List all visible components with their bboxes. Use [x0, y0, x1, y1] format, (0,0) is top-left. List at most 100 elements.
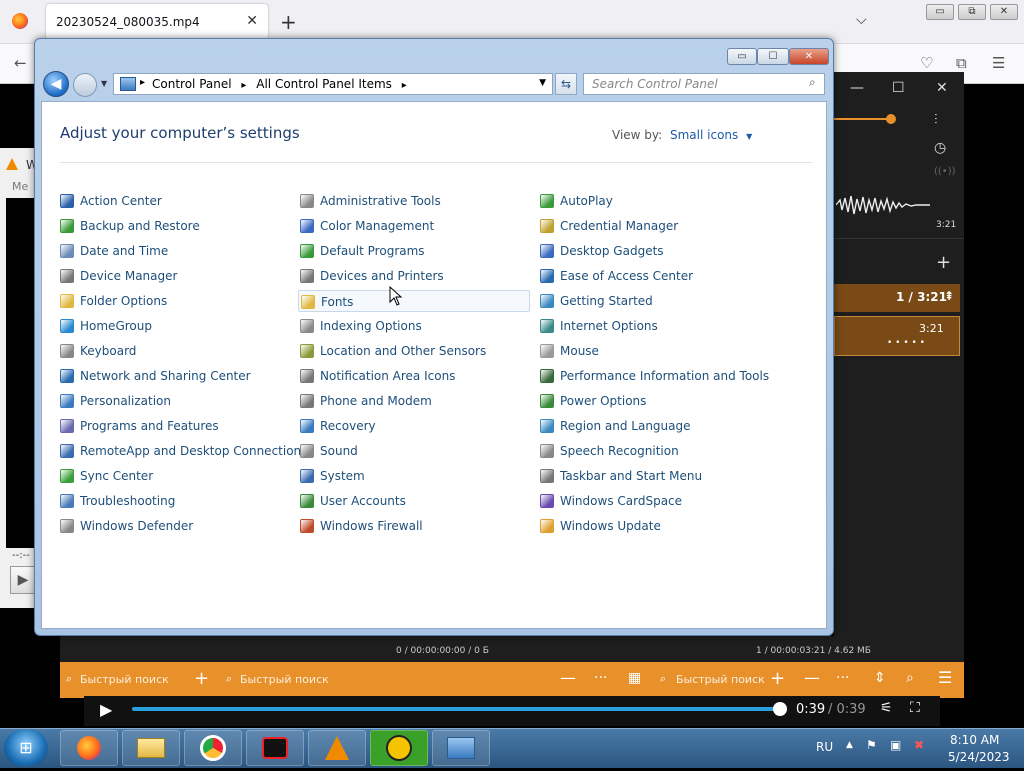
quick-search-input-2[interactable]: Быстрый поиск: [240, 673, 329, 686]
sort-icon[interactable]: ⇕: [874, 670, 886, 686]
cp-item-getting-started[interactable]: Getting Started: [540, 290, 653, 312]
cp-item-devices-and-printers[interactable]: Devices and Printers: [300, 265, 444, 287]
extensions-icon[interactable]: ⧉: [956, 54, 967, 72]
settings-icon[interactable]: ⚟: [880, 700, 893, 716]
cp-item-homegroup[interactable]: HomeGroup: [60, 315, 152, 337]
menu-icon[interactable]: ☰: [992, 54, 1005, 72]
cp-item-personalization[interactable]: Personalization: [60, 390, 171, 412]
seek-track[interactable]: [132, 707, 780, 711]
equalizer-icon[interactable]: ⫶: [934, 112, 938, 128]
seek-knob[interactable]: [773, 702, 787, 716]
cp-item-user-accounts[interactable]: User Accounts: [300, 490, 406, 512]
cp-item-date-and-time[interactable]: Date and Time: [60, 240, 168, 262]
cp-item-performance-information-and-tools[interactable]: Performance Information and Tools: [540, 365, 769, 387]
remove-icon[interactable]: —: [560, 668, 576, 687]
cp-item-sound[interactable]: Sound: [300, 440, 358, 462]
cp-item-action-center[interactable]: Action Center: [60, 190, 162, 212]
clock-date[interactable]: 5/24/2023: [948, 750, 1010, 764]
cp-item-keyboard[interactable]: Keyboard: [60, 340, 136, 362]
cp-item-sync-center[interactable]: Sync Center: [60, 465, 153, 487]
play-icon[interactable]: ▶: [100, 700, 112, 719]
player-close-icon[interactable]: ✕: [936, 80, 948, 96]
action-center-flag-icon[interactable]: ⚑: [866, 738, 877, 752]
recorder-taskbar-icon[interactable]: [246, 730, 304, 766]
quick-search-input-3[interactable]: Быстрый поиск: [676, 673, 765, 686]
back-arrow-icon[interactable]: ←: [14, 54, 27, 72]
cp-item-speech-recognition[interactable]: Speech Recognition: [540, 440, 679, 462]
recent-pages-icon[interactable]: ▼: [101, 79, 107, 88]
playlist-track-row[interactable]: 3:21 • • • • •: [834, 316, 960, 356]
refresh-icon[interactable]: ⇆: [555, 73, 577, 95]
cp-item-credential-manager[interactable]: Credential Manager: [540, 215, 678, 237]
address-bar[interactable]: ▸ Control Panel ▸ All Control Panel Item…: [113, 73, 553, 95]
cp-item-location-and-other-sensors[interactable]: Location and Other Sensors: [300, 340, 486, 362]
view-by-dropdown[interactable]: Small icons ▼: [670, 128, 752, 142]
cp-item-backup-and-restore[interactable]: Backup and Restore: [60, 215, 200, 237]
cp-item-programs-and-features[interactable]: Programs and Features: [60, 415, 219, 437]
cp-item-power-options[interactable]: Power Options: [540, 390, 646, 412]
more-icon-2[interactable]: ···: [836, 670, 849, 686]
player-minimize-icon[interactable]: —: [850, 80, 864, 96]
pocket-icon[interactable]: ♡: [920, 54, 933, 72]
cp-item-device-manager[interactable]: Device Manager: [60, 265, 177, 287]
playlist-header-row[interactable]: 1 / 3:21 ⇞: [834, 284, 960, 312]
cp-item-administrative-tools[interactable]: Administrative Tools: [300, 190, 441, 212]
browser-minimize-button[interactable]: ▭: [926, 4, 954, 20]
cp-item-windows-defender[interactable]: Windows Defender: [60, 515, 193, 537]
cp-item-phone-and-modem[interactable]: Phone and Modem: [300, 390, 432, 412]
search-icon[interactable]: ⌕: [809, 75, 816, 90]
start-button[interactable]: ⊞: [4, 730, 48, 766]
left-play-icon[interactable]: ▶: [10, 566, 36, 594]
player-maximize-icon[interactable]: ☐: [892, 80, 905, 96]
firefox-taskbar-icon[interactable]: [60, 730, 118, 766]
network-icon[interactable]: ▣: [890, 738, 901, 752]
volume-muted-icon[interactable]: ✖: [914, 738, 924, 752]
cp-item-taskbar-and-start-menu[interactable]: Taskbar and Start Menu: [540, 465, 702, 487]
cp-item-default-programs[interactable]: Default Programs: [300, 240, 425, 262]
remove-icon-2[interactable]: —: [804, 668, 820, 687]
cp-minimize-button[interactable]: ▭: [727, 48, 757, 65]
cp-item-fonts[interactable]: Fonts: [298, 290, 530, 312]
cp-item-network-and-sharing-center[interactable]: Network and Sharing Center: [60, 365, 251, 387]
cp-item-desktop-gadgets[interactable]: Desktop Gadgets: [540, 240, 664, 262]
cp-close-button[interactable]: ✕: [789, 48, 829, 65]
cp-item-autoplay[interactable]: AutoPlay: [540, 190, 613, 212]
aimp-taskbar-icon[interactable]: [370, 730, 428, 766]
tab-close-icon[interactable]: ✕: [246, 13, 258, 29]
cp-item-windows-update[interactable]: Windows Update: [540, 515, 661, 537]
cp-item-indexing-options[interactable]: Indexing Options: [300, 315, 422, 337]
cp-item-mouse[interactable]: Mouse: [540, 340, 599, 362]
grid-icon[interactable]: ▦: [628, 670, 641, 686]
volume-track[interactable]: [834, 118, 894, 120]
add-icon-1[interactable]: +: [194, 668, 209, 689]
browser-restore-button[interactable]: ⧉: [958, 4, 986, 20]
more-icon[interactable]: ···: [594, 670, 607, 686]
cp-item-notification-area-icons[interactable]: Notification Area Icons: [300, 365, 455, 387]
cp-item-region-and-language[interactable]: Region and Language: [540, 415, 691, 437]
collapse-icon[interactable]: ⇞: [944, 289, 954, 303]
cp-item-troubleshooting[interactable]: Troubleshooting: [60, 490, 175, 512]
control-panel-taskbar-icon[interactable]: [432, 730, 490, 766]
volume-knob[interactable]: [886, 114, 896, 124]
browser-taskbar-icon[interactable]: [184, 730, 242, 766]
language-indicator[interactable]: RU: [816, 740, 833, 754]
history-icon[interactable]: ◷: [934, 140, 946, 156]
rating-dots[interactable]: • • • • •: [887, 338, 925, 348]
browser-close-button[interactable]: ✕: [990, 4, 1018, 20]
cp-item-windows-cardspace[interactable]: Windows CardSpace: [540, 490, 682, 512]
tab-list-icon[interactable]: ⌵: [856, 12, 867, 28]
search-button-icon[interactable]: ⌕: [906, 670, 914, 686]
show-hidden-icons[interactable]: ▲: [846, 740, 853, 750]
cp-item-ease-of-access-center[interactable]: Ease of Access Center: [540, 265, 693, 287]
cp-item-windows-firewall[interactable]: Windows Firewall: [300, 515, 423, 537]
add-icon-2[interactable]: +: [770, 668, 785, 689]
cp-maximize-button[interactable]: ☐: [757, 48, 789, 65]
hamburger-icon[interactable]: ☰: [938, 668, 952, 687]
breadcrumb-arrow-icon[interactable]: ▸: [140, 77, 145, 88]
cp-item-folder-options[interactable]: Folder Options: [60, 290, 167, 312]
vlc-taskbar-icon[interactable]: [308, 730, 366, 766]
clock-time[interactable]: 8:10 AM: [950, 733, 999, 747]
cp-item-internet-options[interactable]: Internet Options: [540, 315, 658, 337]
fullscreen-icon[interactable]: ⛶: [910, 700, 920, 716]
quick-search-input-1[interactable]: Быстрый поиск: [80, 673, 169, 686]
